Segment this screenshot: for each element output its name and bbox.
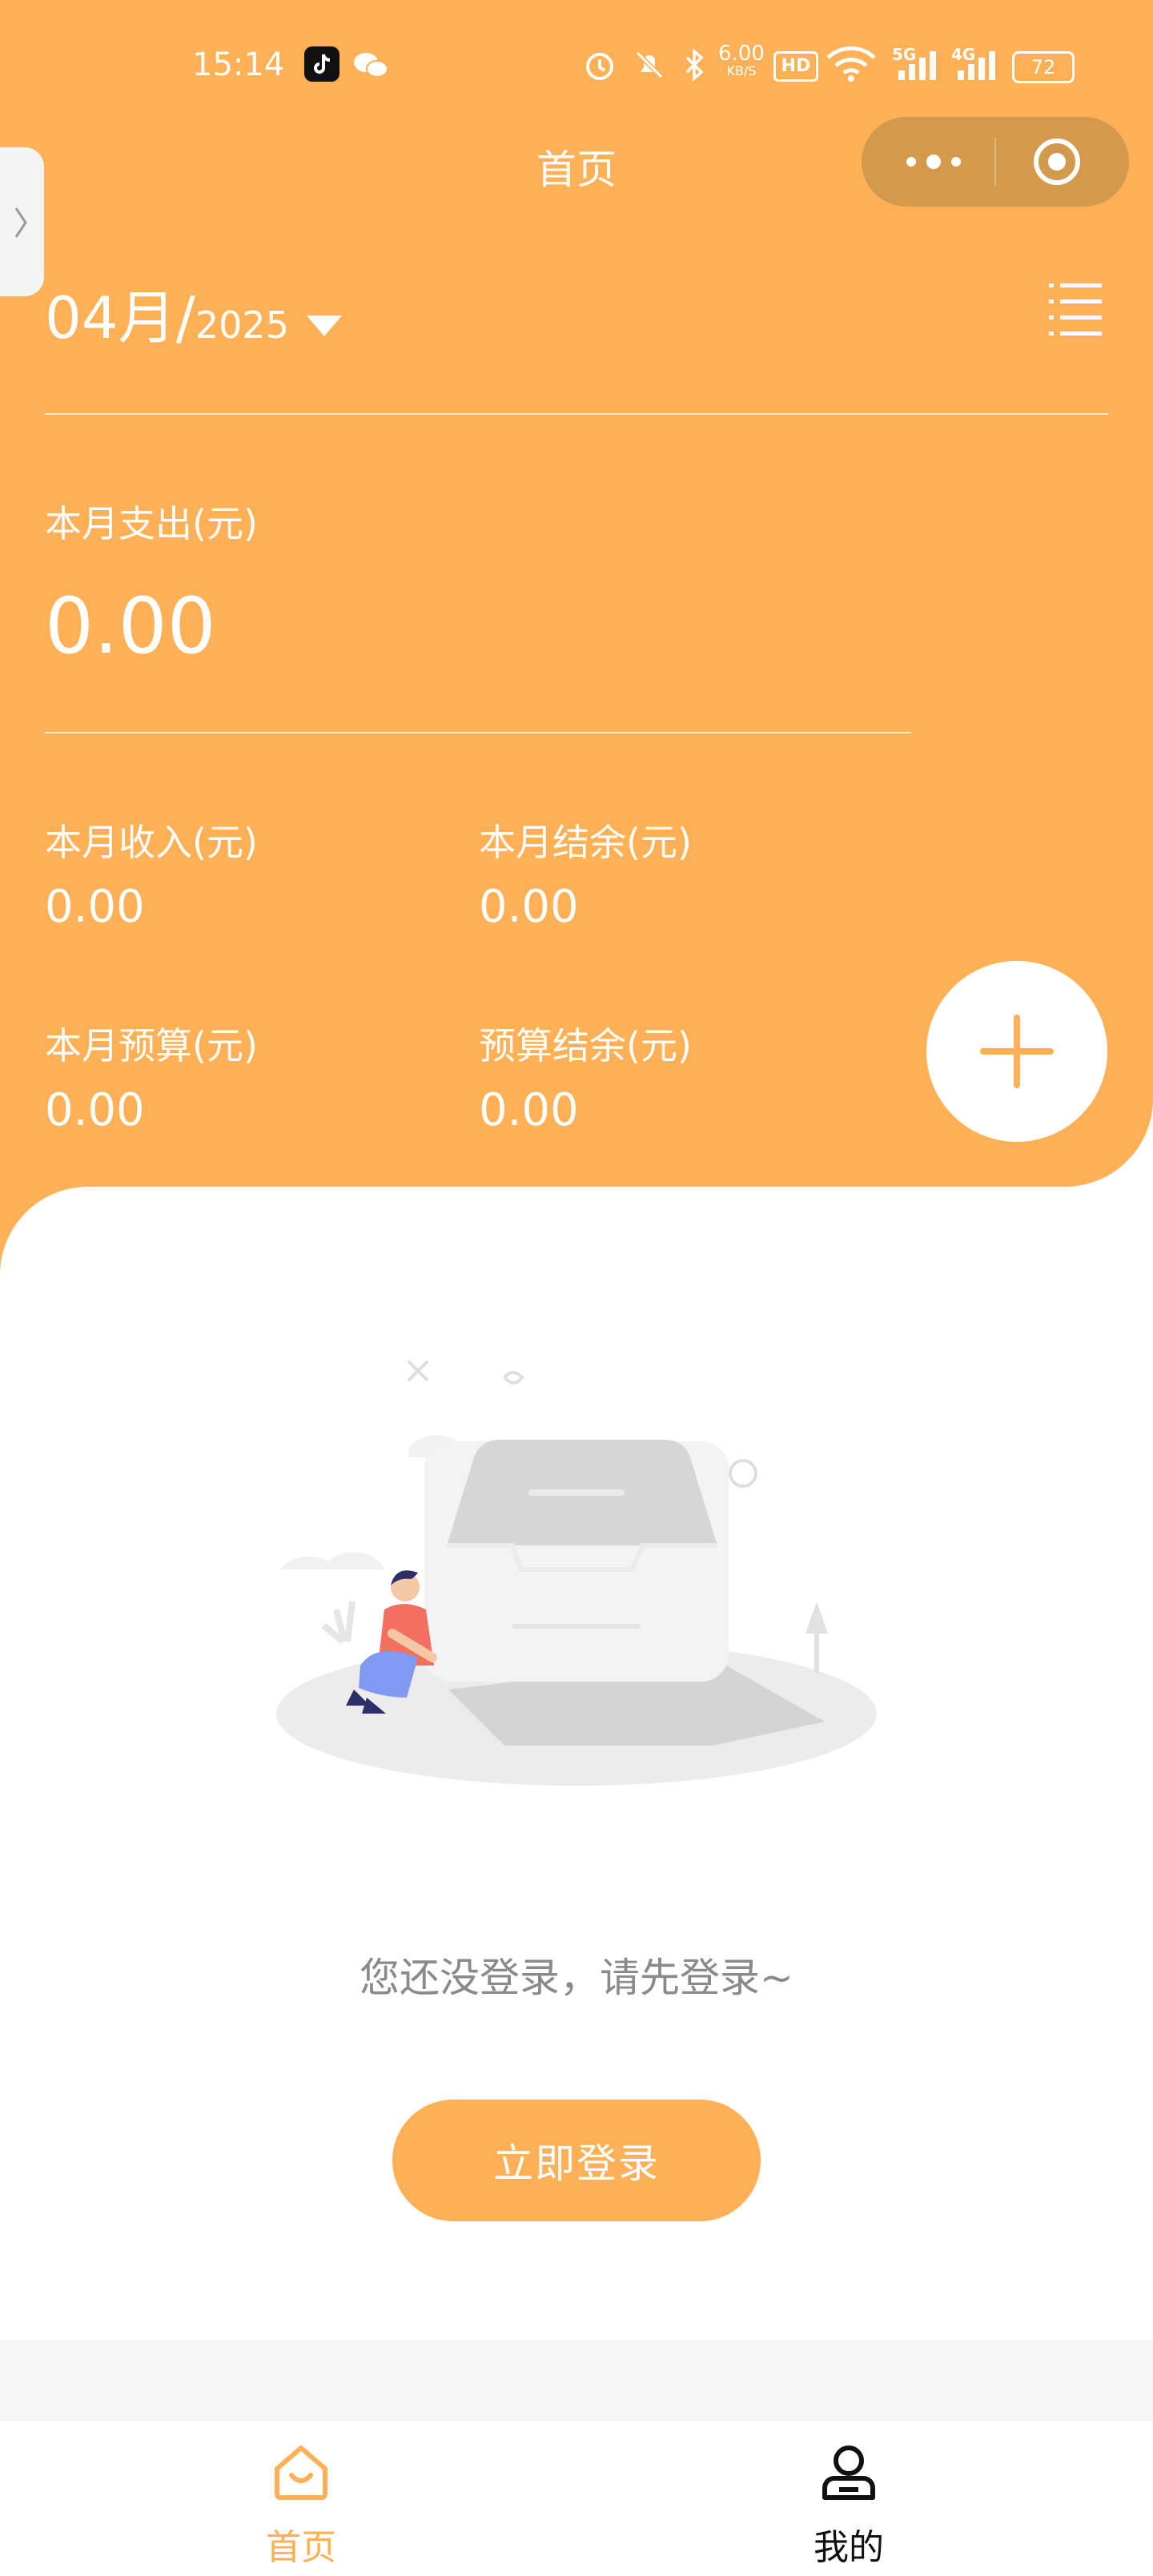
home-icon [275,2445,327,2500]
tab-home-label: 首页 [266,2527,336,2568]
income-label: 本月收入(元) [45,821,258,864]
mute-icon [633,48,666,85]
add-record-button[interactable] [926,961,1107,1142]
plus-icon [980,1015,1054,1088]
year-label: 2025 [195,303,289,347]
budget-value: 0.00 [45,1084,145,1136]
expense-divider [45,732,911,733]
caret-down-icon [306,315,342,336]
more-dots-icon [906,155,961,169]
budget-label: 本月预算(元) [45,1024,258,1067]
income-value: 0.00 [45,881,145,933]
battery-indicator: 72 [1012,51,1075,83]
more-button[interactable] [894,138,974,186]
net-speed: 6.00 KB/S [718,42,765,78]
tiktok-icon [304,46,339,82]
expense-value: 0.00 [45,581,216,671]
balance-value: 0.00 [479,881,579,933]
balance-label: 本月结余(元) [479,821,692,864]
wechat-icon [352,50,389,85]
tab-home[interactable]: 首页 [221,2441,381,2570]
empty-state-illustration [276,1360,877,1786]
tab-mine[interactable]: 我的 [769,2441,929,2570]
capsule-divider [994,138,996,186]
bottom-tab-bar: 首页 我的 [0,2420,1153,2576]
wifi-icon [825,46,878,85]
signal-icon [898,51,938,83]
status-time: 15:14 [192,46,285,83]
list-icon [1049,283,1102,336]
close-button[interactable] [1030,135,1084,189]
budget-balance-value: 0.00 [479,1084,579,1136]
target-close-icon [1034,139,1080,185]
login-now-button[interactable]: 立即登录 [392,2100,761,2221]
page-title: 首页 [536,147,617,193]
chevron-right-icon [14,207,27,238]
list-menu-button[interactable] [1049,280,1102,338]
month-label: 04月/ [45,284,195,352]
user-icon [822,2445,875,2500]
side-drawer-handle[interactable] [0,147,44,296]
tab-mine-label: 我的 [814,2527,884,2568]
expense-label: 本月支出(元) [45,502,258,545]
signal-icon-2 [958,51,998,83]
header-divider [45,413,1108,415]
content-bottom-spacer [0,2340,1153,2420]
alarm-icon [583,48,617,85]
mini-program-capsule [862,117,1129,207]
budget-balance-label: 预算结余(元) [479,1024,692,1067]
login-prompt-text: 您还没登录，请先登录~ [360,1955,793,2001]
bluetooth-icon [682,48,706,85]
date-picker[interactable]: 04月/ 2025 [45,271,343,355]
hd-badge: HD [773,51,818,82]
